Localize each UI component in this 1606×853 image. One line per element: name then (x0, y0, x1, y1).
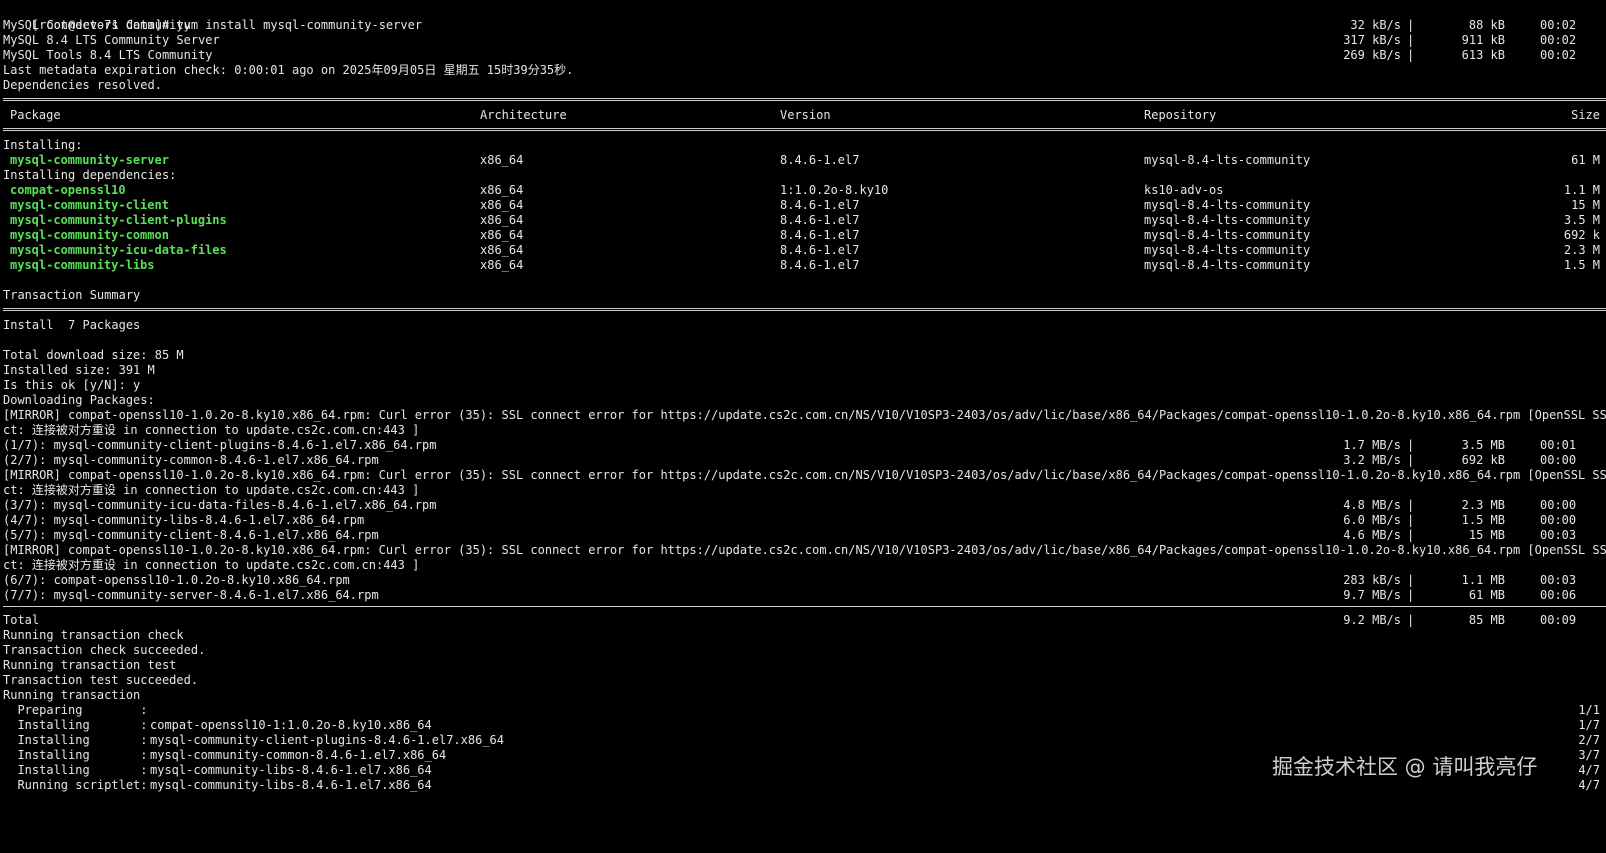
transaction-step: Running scriptlet: mysql-community-libs-… (3, 778, 1600, 792)
mirror-error-line: ct: 连接被对方重设 in connection to update.cs2c… (3, 558, 420, 572)
separator (3, 98, 1606, 101)
downloading-label: Downloading Packages: (3, 393, 155, 407)
download-line: (6/7): compat-openssl10-1.0.2o-8.ky10.x8… (3, 573, 1577, 587)
mirror-error-line: ct: 连接被对方重设 in connection to update.cs2c… (3, 483, 420, 497)
separator (3, 128, 1606, 131)
download-line: (7/7): mysql-community-server-8.4.6-1.el… (3, 588, 1577, 602)
separator (3, 308, 1606, 311)
table-row: mysql-community-libs x86_64 8.4.6-1.el7 … (10, 258, 1600, 272)
total-download-size: Total download size: 85 M (3, 348, 184, 362)
separator (3, 606, 1606, 607)
mirror-error-line: [MIRROR] compat-openssl10-1.0.2o-8.ky10.… (3, 543, 1606, 557)
table-row: compat-openssl10 x86_64 1:1.0.2o-8.ky10 … (10, 183, 1600, 197)
download-line: (3/7): mysql-community-icu-data-files-8.… (3, 498, 1577, 512)
transaction-test-ok: Transaction test succeeded. (3, 673, 199, 687)
repo-line: MySQL Tools 8.4 LTS Community 269 kB/s |… (3, 48, 1577, 62)
mirror-error-line: [MIRROR] compat-openssl10-1.0.2o-8.ky10.… (3, 468, 1606, 482)
repo-line: MySQL Connectors Community 32 kB/s | 88 … (3, 18, 1577, 32)
install-count: Install 7 Packages (3, 318, 141, 332)
command-line: [root@dev-71 data]# yum install mysql-co… (3, 3, 422, 32)
table-row: mysql-community-icu-data-files x86_64 8.… (10, 243, 1600, 257)
table-row: mysql-community-client-plugins x86_64 8.… (10, 213, 1600, 227)
transaction-step: Installing : mysql-community-client-plug… (3, 733, 1600, 747)
download-line: (2/7): mysql-community-common-8.4.6-1.el… (3, 453, 1577, 467)
table-row: mysql-community-common x86_64 8.4.6-1.el… (10, 228, 1600, 242)
mirror-error-line: [MIRROR] compat-openssl10-1.0.2o-8.ky10.… (3, 408, 1606, 422)
transaction-step: Installing : compat-openssl10-1:1.0.2o-8… (3, 718, 1600, 732)
repo-line: MySQL 8.4 LTS Community Server 317 kB/s … (3, 33, 1577, 47)
download-line: (5/7): mysql-community-client-8.4.6-1.el… (3, 528, 1577, 542)
table-header: Package Architecture Version Repository … (10, 108, 1600, 122)
deps-resolved-line: Dependencies resolved. (3, 78, 162, 92)
transaction-step: Preparing : 1/1 (3, 703, 1600, 717)
table-row: mysql-community-client x86_64 8.4.6-1.el… (10, 198, 1600, 212)
download-line: (4/7): mysql-community-libs-8.4.6-1.el7.… (3, 513, 1577, 527)
installing-label: Installing: (3, 138, 83, 152)
confirm-prompt: Is this ok [y/N]: y (3, 378, 141, 392)
summary-title: Transaction Summary (3, 288, 141, 302)
deps-label: Installing dependencies: (3, 168, 177, 182)
installed-size: Installed size: 391 M (3, 363, 155, 377)
terminal-window[interactable]: [root@dev-71 data]# yum install mysql-co… (3, 0, 1606, 806)
total-line: Total 9.2 MB/s | 85 MB 00:09 (3, 613, 1577, 627)
mirror-error-line: ct: 连接被对方重设 in connection to update.cs2c… (3, 423, 420, 437)
transaction-check: Running transaction check (3, 628, 184, 642)
transaction-running: Running transaction (3, 688, 141, 702)
transaction-check-ok: Transaction check succeeded. (3, 643, 206, 657)
transaction-test: Running transaction test (3, 658, 177, 672)
download-line: (1/7): mysql-community-client-plugins-8.… (3, 438, 1577, 452)
watermark: 掘金技术社区 @ 请叫我亮仔 (1272, 755, 1538, 779)
table-row: mysql-community-server x86_64 8.4.6-1.el… (10, 153, 1600, 167)
metadata-line: Last metadata expiration check: 0:00:01 … (3, 63, 574, 77)
